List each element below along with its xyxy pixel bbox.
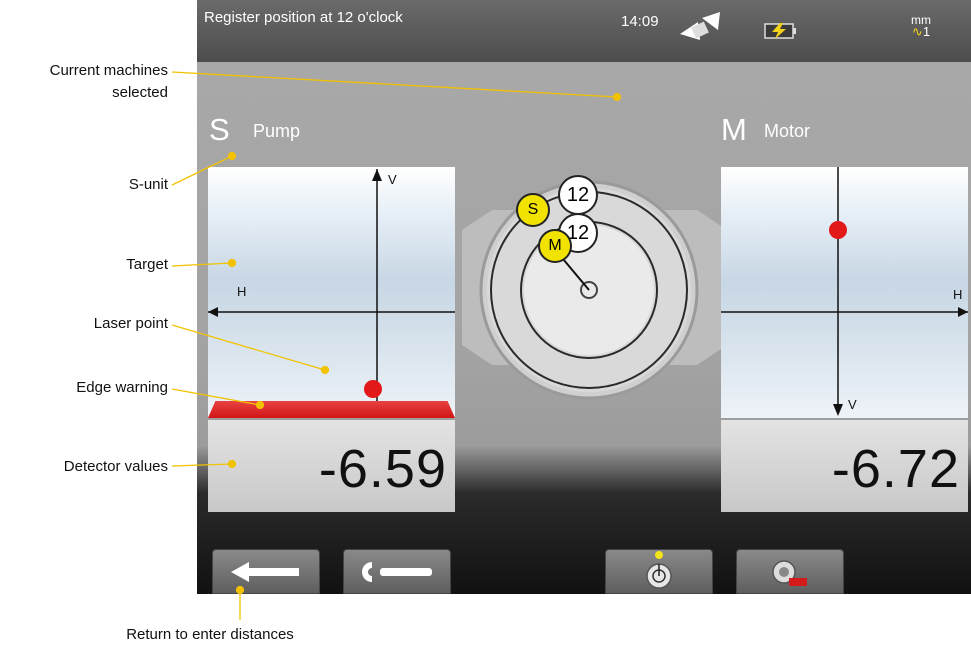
callout-leader-lines — [171, 71, 622, 620]
